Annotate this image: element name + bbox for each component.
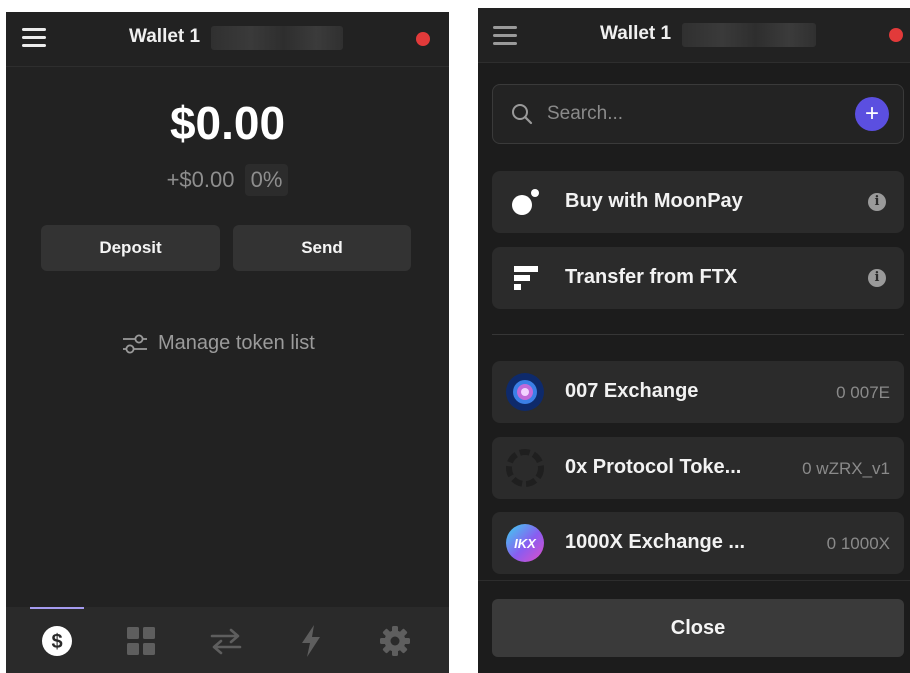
- send-button[interactable]: Send: [233, 225, 411, 271]
- nav-collectibles[interactable]: [123, 623, 159, 659]
- token-0x-icon: [506, 449, 544, 487]
- section-divider: [492, 334, 904, 335]
- manage-token-list-label: Manage token list: [158, 332, 315, 354]
- token-row-007[interactable]: 007 Exchange 0 007E: [492, 361, 904, 423]
- header: Wallet 1: [478, 8, 910, 63]
- grid-icon: [127, 627, 155, 655]
- svg-text:IKX: IKX: [514, 536, 537, 551]
- sliders-icon: [123, 334, 147, 353]
- connection-status-icon: [889, 28, 903, 42]
- token-amount: 0 1000X: [826, 534, 890, 553]
- token-amount: 0 007E: [836, 383, 890, 402]
- manage-token-list-button[interactable]: Manage token list: [122, 332, 315, 355]
- search-input[interactable]: [545, 99, 839, 129]
- token-search-box: +: [492, 84, 904, 144]
- menu-icon[interactable]: [493, 26, 517, 46]
- token-row-0x[interactable]: 0x Protocol Toke... 0 wZRX_v1: [492, 437, 904, 499]
- header: Wallet 1: [6, 12, 449, 67]
- nav-active-indicator: [30, 607, 84, 609]
- onramp-label: Transfer from FTX: [565, 266, 738, 288]
- wallet-title[interactable]: Wallet 1: [600, 23, 671, 45]
- token-007-icon: [506, 373, 544, 411]
- token-amount: 0 wZRX_v1: [802, 459, 890, 478]
- moonpay-icon: [506, 183, 544, 221]
- token-1000x-icon: IKX: [506, 524, 544, 562]
- add-token-button[interactable]: +: [855, 97, 889, 131]
- connection-status-icon: [416, 32, 430, 46]
- search-icon: [512, 104, 533, 125]
- nav-swap[interactable]: [208, 623, 244, 659]
- token-name: 0x Protocol Toke...: [565, 456, 742, 478]
- dollar-icon: $: [42, 626, 72, 656]
- ftx-icon: [506, 259, 544, 297]
- token-row-1000x[interactable]: IKX 1000X Exchange ... 0 1000X: [492, 512, 904, 574]
- footer: Close: [478, 580, 910, 673]
- info-icon[interactable]: i: [868, 269, 886, 287]
- wallet-title[interactable]: Wallet 1: [129, 26, 200, 48]
- token-name: 1000X Exchange ...: [565, 531, 746, 553]
- menu-icon[interactable]: [22, 28, 46, 48]
- nav-balances[interactable]: $: [39, 623, 75, 659]
- nav-activity[interactable]: [293, 623, 329, 659]
- svg-text:$: $: [51, 631, 62, 653]
- token-search-panel: Wallet 1 + Buy with MoonPay i T: [478, 8, 910, 673]
- change-amount: +$0.00: [166, 167, 235, 192]
- wallet-home-panel: Wallet 1 $0.00 +$0.00 0% Deposit Send Ma…: [6, 12, 449, 673]
- nav-settings[interactable]: [377, 623, 413, 659]
- onramp-item-moonpay[interactable]: Buy with MoonPay i: [492, 171, 904, 233]
- lightning-icon: [302, 625, 320, 657]
- wallet-address-redacted[interactable]: [211, 26, 343, 50]
- bottom-nav: $: [6, 607, 449, 673]
- onramp-item-ftx[interactable]: Transfer from FTX i: [492, 247, 904, 309]
- gear-icon: [380, 626, 410, 656]
- close-button[interactable]: Close: [492, 599, 904, 657]
- swap-icon: [210, 628, 242, 655]
- balance-change: +$0.00 0%: [6, 164, 449, 196]
- onramp-label: Buy with MoonPay: [565, 190, 743, 212]
- deposit-button[interactable]: Deposit: [41, 225, 220, 271]
- total-balance: $0.00: [169, 97, 286, 149]
- token-name: 007 Exchange: [565, 380, 699, 402]
- change-percent: 0%: [244, 164, 289, 196]
- info-icon[interactable]: i: [868, 193, 886, 211]
- wallet-address-redacted[interactable]: [682, 23, 816, 47]
